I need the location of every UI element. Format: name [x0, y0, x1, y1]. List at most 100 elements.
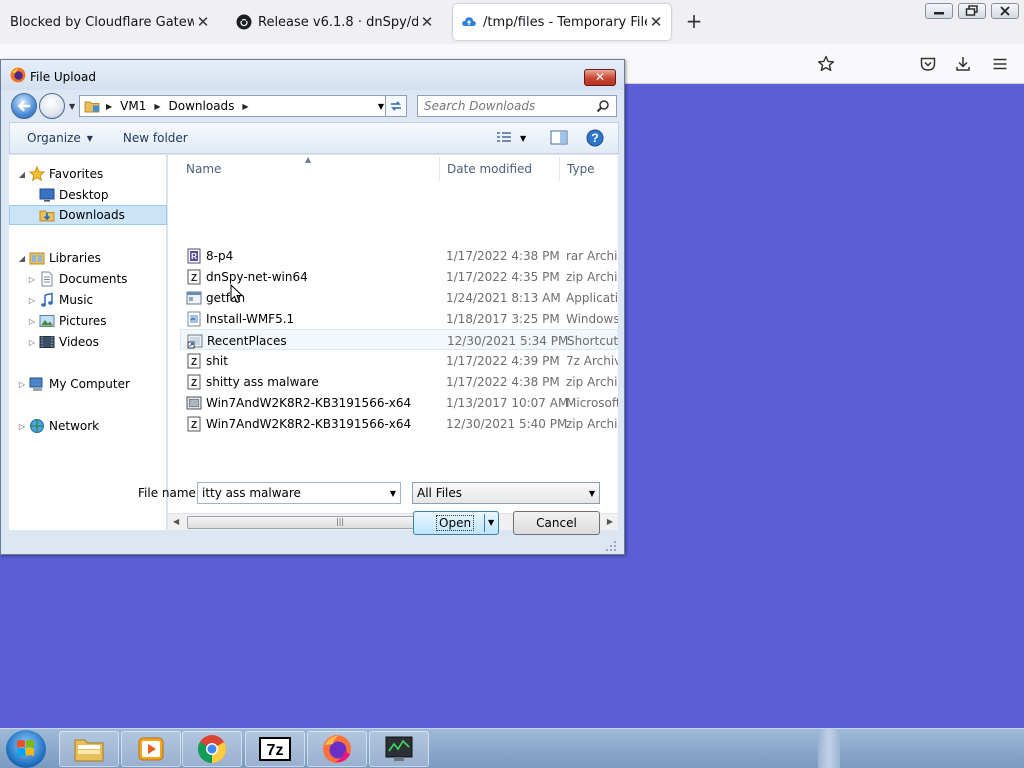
close-tab-icon[interactable]: ✕: [418, 13, 436, 31]
collapse-arrow-icon[interactable]: ◢: [17, 254, 27, 263]
file-name-value: itty ass malware: [202, 486, 301, 500]
nav-pictures[interactable]: ▷ Pictures: [9, 311, 167, 331]
nav-favorites[interactable]: ◢ Favorites: [9, 164, 167, 184]
mouse-cursor-icon: [230, 284, 244, 304]
nav-videos[interactable]: ▷ Videos: [9, 332, 167, 352]
file-name-label: File name:: [138, 486, 200, 500]
dialog-title-bar[interactable]: File Upload ✕: [1, 60, 624, 90]
breadcrumb-chevron-icon[interactable]: ▶: [154, 102, 160, 111]
chevron-down-icon[interactable]: ▼: [390, 489, 396, 498]
expand-arrow-icon[interactable]: ▷: [27, 296, 37, 305]
organize-button[interactable]: Organize ▼: [27, 131, 93, 145]
show-desktop-button[interactable]: [818, 729, 840, 768]
scroll-right-icon[interactable]: ▶: [607, 517, 613, 526]
expand-arrow-icon[interactable]: ▷: [27, 317, 37, 326]
file-row[interactable]: Z shitty ass malware 1/17/2022 4:38 PM z…: [180, 371, 618, 392]
downloads-icon[interactable]: [953, 54, 973, 74]
pocket-icon[interactable]: [918, 54, 938, 74]
tab-cloudflare[interactable]: Blocked by Cloudflare Gateway ✕: [0, 0, 220, 44]
nav-libraries[interactable]: ◢ Libraries: [9, 248, 167, 268]
svg-text:7z: 7z: [267, 742, 284, 759]
address-dropdown-icon[interactable]: ▼: [378, 102, 384, 111]
breadcrumb-vm1[interactable]: VM1: [120, 99, 146, 113]
refresh-button[interactable]: [385, 95, 407, 117]
taskbar-firefox[interactable]: [307, 731, 367, 767]
column-header-type[interactable]: Type: [567, 155, 595, 183]
file-type-select[interactable]: All Files ▼: [412, 482, 600, 504]
taskbar-chrome[interactable]: [182, 731, 242, 767]
collapse-arrow-icon[interactable]: ◢: [17, 170, 27, 179]
tab-github-release[interactable]: Release v6.1.8 · dnSpy/dnSpy · GitHub ✕: [228, 0, 446, 44]
taskbar-7zip[interactable]: 7z: [245, 731, 305, 767]
restore-button[interactable]: [958, 3, 986, 19]
file-name: Win7AndW2K8R2-KB3191566-x64: [206, 417, 412, 431]
rar-archive-icon: R: [186, 248, 202, 264]
open-label: Open: [436, 515, 475, 531]
column-header-name[interactable]: Name: [186, 155, 221, 183]
breadcrumb-chevron-icon[interactable]: ▶: [106, 102, 112, 111]
expand-arrow-icon[interactable]: ▷: [27, 275, 37, 284]
file-row[interactable]: RecentPlaces 12/30/2021 5:34 PM Shortcut: [180, 329, 618, 350]
taskbar-windows-explorer[interactable]: [59, 731, 119, 767]
column-separator[interactable]: [439, 157, 440, 181]
nav-my-computer[interactable]: ▷ My Computer: [9, 374, 167, 394]
start-button[interactable]: [6, 730, 46, 768]
downloads-folder-icon: [39, 207, 55, 223]
file-row[interactable]: Z Win7AndW2K8R2-KB3191566-x64 12/30/2021…: [180, 413, 618, 434]
minimize-button[interactable]: [925, 3, 953, 19]
7z-archive-icon: Z: [186, 353, 202, 369]
file-row[interactable]: Z dnSpy-net-win64 1/17/2022 4:35 PM zip …: [180, 266, 618, 287]
nav-desktop[interactable]: Desktop: [9, 185, 167, 205]
file-row[interactable]: Install-WMF5.1 1/18/2017 3:25 PM Windows: [180, 308, 618, 329]
breadcrumb-downloads[interactable]: Downloads: [169, 99, 235, 113]
new-tab-button[interactable]: +: [684, 11, 704, 32]
preview-pane-icon[interactable]: [550, 130, 568, 146]
address-bar[interactable]: ▶ VM1 ▶ Downloads ▶ ▼: [79, 95, 391, 117]
column-header-date-modified[interactable]: Date modified: [447, 155, 532, 183]
file-date: 12/30/2021 5:40 PM: [446, 417, 568, 431]
open-button[interactable]: Open ▼: [413, 511, 499, 535]
close-tab-icon[interactable]: ✕: [647, 13, 665, 31]
file-name: shitty ass malware: [206, 375, 319, 389]
taskbar-media-player[interactable]: [121, 731, 181, 767]
close-tab-icon[interactable]: ✕: [194, 13, 212, 31]
resize-grip-icon[interactable]: [605, 540, 617, 552]
expand-arrow-icon[interactable]: ▷: [17, 380, 27, 389]
search-input[interactable]: [424, 99, 592, 113]
file-date: 1/17/2022 4:38 PM: [446, 375, 560, 389]
file-row[interactable]: R 8-p4 1/17/2022 4:38 PM rar Archive: [180, 245, 618, 266]
search-icon[interactable]: [596, 99, 610, 113]
nav-network[interactable]: ▷ Network: [9, 416, 167, 436]
application-icon: [186, 290, 202, 306]
cancel-button[interactable]: Cancel: [513, 511, 600, 535]
expand-arrow-icon[interactable]: ▷: [17, 422, 27, 431]
file-name-input[interactable]: itty ass malware ▼: [197, 482, 401, 504]
close-window-button[interactable]: [991, 3, 1019, 19]
column-separator[interactable]: [559, 157, 560, 181]
search-box[interactable]: [417, 95, 617, 117]
nav-label: Documents: [59, 272, 128, 286]
chevron-down-icon[interactable]: ▼: [589, 489, 595, 498]
chevron-down-icon[interactable]: ▼: [488, 518, 494, 527]
forward-button[interactable]: [39, 93, 65, 119]
bookmark-star-icon[interactable]: [816, 54, 836, 74]
expand-arrow-icon[interactable]: ▷: [27, 338, 37, 347]
nav-downloads[interactable]: Downloads: [9, 205, 167, 225]
view-options-icon[interactable]: ▼: [496, 130, 532, 146]
breadcrumb-chevron-icon[interactable]: ▶: [242, 102, 248, 111]
dialog-close-button[interactable]: ✕: [584, 69, 616, 86]
scroll-left-icon[interactable]: ◀: [173, 517, 179, 526]
file-row[interactable]: getfun 1/24/2021 8:13 AM Application: [180, 287, 618, 308]
file-row[interactable]: Win7AndW2K8R2-KB3191566-x64 1/13/2017 10…: [180, 392, 618, 413]
tab-temp-file-upload[interactable]: /tmp/files - Temporary File Upload ✕: [453, 4, 671, 40]
nav-documents[interactable]: ▷ Documents: [9, 269, 167, 289]
hamburger-menu-icon[interactable]: [990, 54, 1010, 74]
nav-music[interactable]: ▷ Music: [9, 290, 167, 310]
help-icon[interactable]: ?: [586, 129, 604, 147]
new-folder-button[interactable]: New folder: [123, 131, 188, 145]
taskbar-process-monitor[interactable]: [369, 731, 429, 767]
recent-locations-dropdown-icon[interactable]: ▼: [69, 102, 75, 111]
back-button[interactable]: [11, 93, 37, 119]
tab-title: /tmp/files - Temporary File Upload: [483, 14, 647, 30]
file-row[interactable]: Z shit 1/17/2022 4:39 PM 7z Archive: [180, 350, 618, 371]
